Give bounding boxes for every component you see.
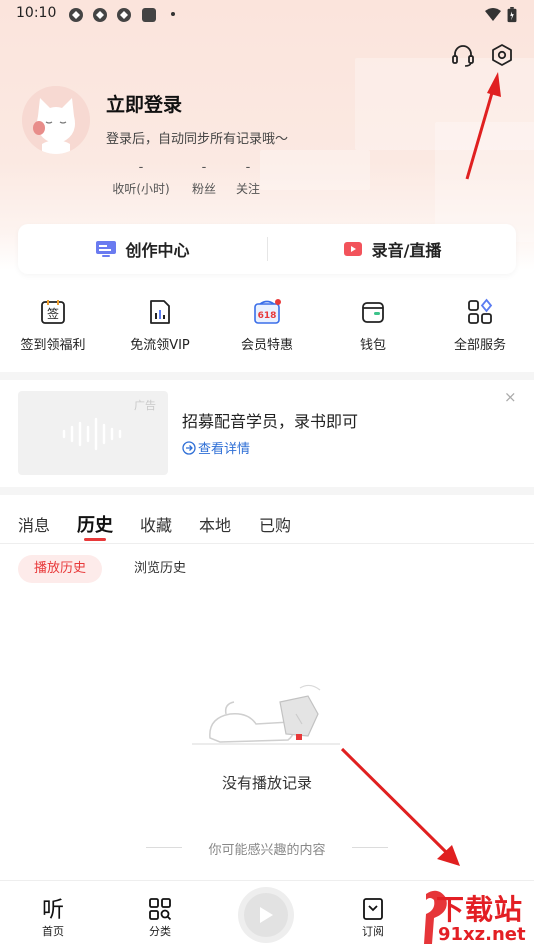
app-notification-icon <box>93 8 107 22</box>
stat-value: - <box>245 160 251 175</box>
vip-618-icon: 618 <box>254 299 281 324</box>
close-ad-button[interactable]: × <box>504 388 517 406</box>
stat-label: 关注 <box>235 182 260 196</box>
headset-icon[interactable] <box>450 42 476 68</box>
home-ting-icon: 听 <box>42 898 64 921</box>
svg-text:签: 签 <box>47 306 59 321</box>
record-live-label: 录音/直播 <box>371 241 442 260</box>
play-icon <box>260 907 273 923</box>
login-subtitle: 登录后，自动同步所有记录哦～ <box>106 132 289 147</box>
tab-history[interactable]: 历史 <box>77 511 113 537</box>
empty-state-text: 没有播放记录 <box>221 774 312 792</box>
battery-icon <box>507 7 517 23</box>
quick-action-label: 免流领VIP <box>130 338 190 353</box>
tab-favorites[interactable]: 收藏 <box>140 512 172 536</box>
ad-link-label: 查看详情 <box>198 442 251 457</box>
creation-center-button[interactable]: 创作中心 <box>18 224 267 274</box>
section-divider <box>0 487 534 495</box>
quick-action-data-free[interactable]: 免流领VIP <box>110 298 210 353</box>
monitor-icon <box>96 241 117 257</box>
all-services-icon <box>468 298 493 324</box>
stat-value: - <box>138 160 144 175</box>
quick-action-checkin[interactable]: 签 签到领福利 <box>3 298 103 353</box>
app-notification-icon <box>69 8 83 22</box>
divider <box>352 847 388 848</box>
content-tabs: 消息 历史 收藏 本地 已购 <box>0 502 534 544</box>
active-tab-indicator <box>84 538 106 541</box>
play-button[interactable] <box>238 887 294 943</box>
tab-purchased[interactable]: 已购 <box>259 512 291 536</box>
stat-following[interactable]: - 关注 <box>228 160 268 197</box>
stat-label: 收听(小时) <box>112 182 170 196</box>
arrow-circle-icon <box>182 440 196 455</box>
quick-action-wallet[interactable]: 钱包 <box>323 298 423 353</box>
stat-listen-hours[interactable]: - 收听(小时) <box>108 160 174 197</box>
nav-label: 订阅 <box>362 925 384 938</box>
section-divider <box>0 372 534 380</box>
quick-action-label: 全部服务 <box>453 338 506 353</box>
app-square-icon <box>142 8 156 22</box>
quick-action-all-services[interactable]: 全部服务 <box>430 298 530 353</box>
nav-category[interactable]: 分类 <box>125 881 195 939</box>
stat-label: 粉丝 <box>191 182 216 196</box>
ad-tag: 广告 <box>134 399 156 412</box>
tab-messages[interactable]: 消息 <box>18 512 50 536</box>
nav-label: 首页 <box>42 925 64 938</box>
login-title[interactable]: 立即登录 <box>106 90 182 117</box>
more-notifications-dot <box>171 12 175 16</box>
app-notification-icon <box>117 8 131 22</box>
quick-action-label: 钱包 <box>359 338 386 353</box>
avatar[interactable] <box>22 86 90 154</box>
tab-local[interactable]: 本地 <box>199 512 231 536</box>
settings-hexagon-icon[interactable] <box>489 42 515 68</box>
watermark-title: 下载站 <box>436 893 524 926</box>
chip-browse-history[interactable]: 浏览历史 <box>118 555 202 583</box>
ad-view-details-link[interactable]: 查看详情 <box>182 438 250 457</box>
stat-value: - <box>201 160 207 175</box>
category-icon <box>149 898 172 921</box>
quick-action-vip[interactable]: 618 会员特惠 <box>217 298 317 353</box>
creation-center-label: 创作中心 <box>125 241 190 260</box>
nav-home[interactable]: 听 首页 <box>18 881 88 939</box>
watermark-url: 91xz.net <box>438 924 526 945</box>
vip-badge-text: 618 <box>258 311 277 321</box>
recommend-label: 你可能感兴趣的内容 <box>208 843 326 858</box>
status-time: 10:10 <box>16 5 57 21</box>
wifi-icon <box>485 8 501 21</box>
empty-illustration-icon <box>192 684 340 745</box>
stat-followers[interactable]: - 粉丝 <box>184 160 224 197</box>
cat-avatar-icon <box>22 86 90 154</box>
record-live-button[interactable]: 录音/直播 <box>267 224 516 274</box>
quick-action-label: 会员特惠 <box>240 338 293 353</box>
chip-play-history[interactable]: 播放历史 <box>18 555 103 583</box>
ad-title[interactable]: 招募配音学员，录书即可 <box>182 408 358 432</box>
svg-text:听: 听 <box>42 898 64 921</box>
data-free-icon <box>150 300 170 324</box>
nav-label: 分类 <box>149 925 171 938</box>
quick-action-label: 签到领福利 <box>20 338 86 353</box>
nav-subscribe[interactable]: 订阅 <box>338 881 408 939</box>
checkin-icon: 签 <box>41 300 65 324</box>
wallet-icon <box>362 302 384 323</box>
video-play-icon <box>343 242 362 256</box>
subscribe-icon <box>363 898 383 920</box>
status-bar: 10:10 <box>0 0 534 28</box>
creation-card: 创作中心 录音/直播 <box>18 224 516 274</box>
